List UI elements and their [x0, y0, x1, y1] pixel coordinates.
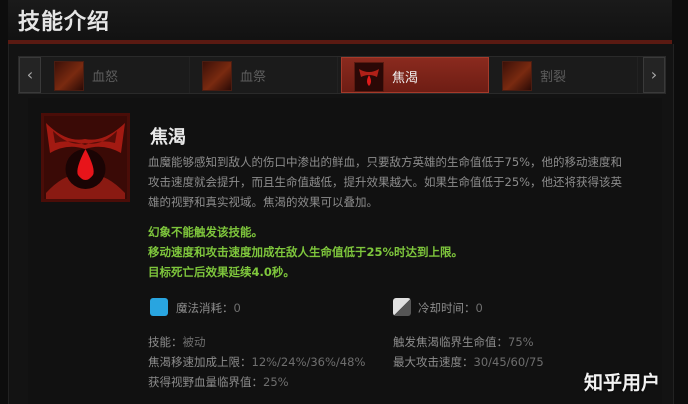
stat-trigger-threshold: 触发焦渴临界生命值：75%	[393, 334, 534, 350]
cooldown: 冷却时间：0	[418, 300, 483, 316]
page-header: 技能介绍	[8, 0, 672, 40]
mana-cost-value: 0	[233, 301, 241, 315]
stat-vision-threshold: 获得视野血量临界值：25%	[148, 374, 289, 390]
stat-label: 获得视野血量临界值：	[148, 375, 263, 389]
description-line: 血魔能够感知到敌人的伤口中渗出的鲜血，只要敌方英雄的生命值低于75%，他的移动速…	[148, 155, 623, 169]
skill-4-icon	[502, 61, 532, 91]
note-line: 目标死亡后效果延续4.0秒。	[148, 265, 295, 279]
stat-value: 12%/24%/36%/48%	[251, 355, 366, 369]
mana-cost: 魔法消耗：0	[176, 300, 241, 316]
page-title: 技能介绍	[18, 10, 111, 35]
stat-label: 技能：	[148, 335, 183, 349]
cooldown-label: 冷却时间：	[418, 301, 476, 315]
watermark: 知乎用户	[584, 372, 661, 394]
tab-skill-4[interactable]: 割裂	[490, 57, 638, 93]
skill-2-icon	[202, 61, 232, 91]
stat-label: 焦渴移速加成上限：	[148, 355, 252, 369]
stat-label: 最大攻击速度：	[393, 355, 474, 369]
cooldown-icon	[393, 298, 411, 316]
note-line: 幻象不能触发该技能。	[148, 225, 263, 239]
skill-tab-bar: ‹ 血怒 血祭 焦渴 割裂 ›	[18, 56, 666, 94]
stat-label: 触发焦渴临界生命值：	[393, 335, 508, 349]
prev-arrow-button[interactable]: ‹	[19, 57, 41, 93]
description-line: 雄的视野和真实视域。焦渴的效果可以叠加。	[148, 195, 378, 209]
next-arrow-button[interactable]: ›	[643, 57, 665, 93]
thirst-skill-icon	[41, 113, 130, 202]
stat-max-attack-speed: 最大攻击速度：30/45/60/75	[393, 354, 544, 370]
note-line: 移动速度和攻击速度加成在敌人生命值低于25%时达到上限。	[148, 245, 464, 259]
stat-value: 25%	[263, 375, 289, 389]
tab-skill-3[interactable]: 焦渴	[341, 57, 489, 93]
tab-label: 焦渴	[392, 71, 419, 86]
mana-icon	[150, 298, 168, 316]
tab-label: 血祭	[240, 70, 267, 85]
skill-notes: 幻象不能触发该技能。 移动速度和攻击速度加成在敌人生命值低于25%时达到上限。 …	[148, 222, 648, 282]
stat-value: 30/45/60/75	[473, 355, 544, 369]
tab-label: 割裂	[540, 70, 567, 85]
mana-cost-label: 魔法消耗：	[176, 301, 234, 315]
stat-value: 75%	[508, 335, 534, 349]
tab-skill-2[interactable]: 血祭	[190, 57, 338, 93]
stat-ability-type: 技能：被动	[148, 334, 206, 350]
skill-1-icon	[54, 61, 84, 91]
stat-move-speed-cap: 焦渴移速加成上限：12%/24%/36%/48%	[148, 354, 365, 370]
cooldown-value: 0	[475, 301, 483, 315]
tab-skill-1[interactable]: 血怒	[42, 57, 190, 93]
description-line: 攻击速度就会提升，而且生命值越低，提升效果越大。如果生命值低于25%，他还将获得…	[148, 175, 623, 189]
stat-value: 被动	[182, 335, 206, 349]
thirst-icon	[354, 62, 384, 92]
tab-label: 血怒	[92, 70, 119, 85]
skill-description: 血魔能够感知到敌人的伤口中渗出的鲜血，只要敌方英雄的生命值低于75%，他的移动速…	[148, 152, 648, 212]
skill-name: 焦渴	[150, 127, 186, 148]
